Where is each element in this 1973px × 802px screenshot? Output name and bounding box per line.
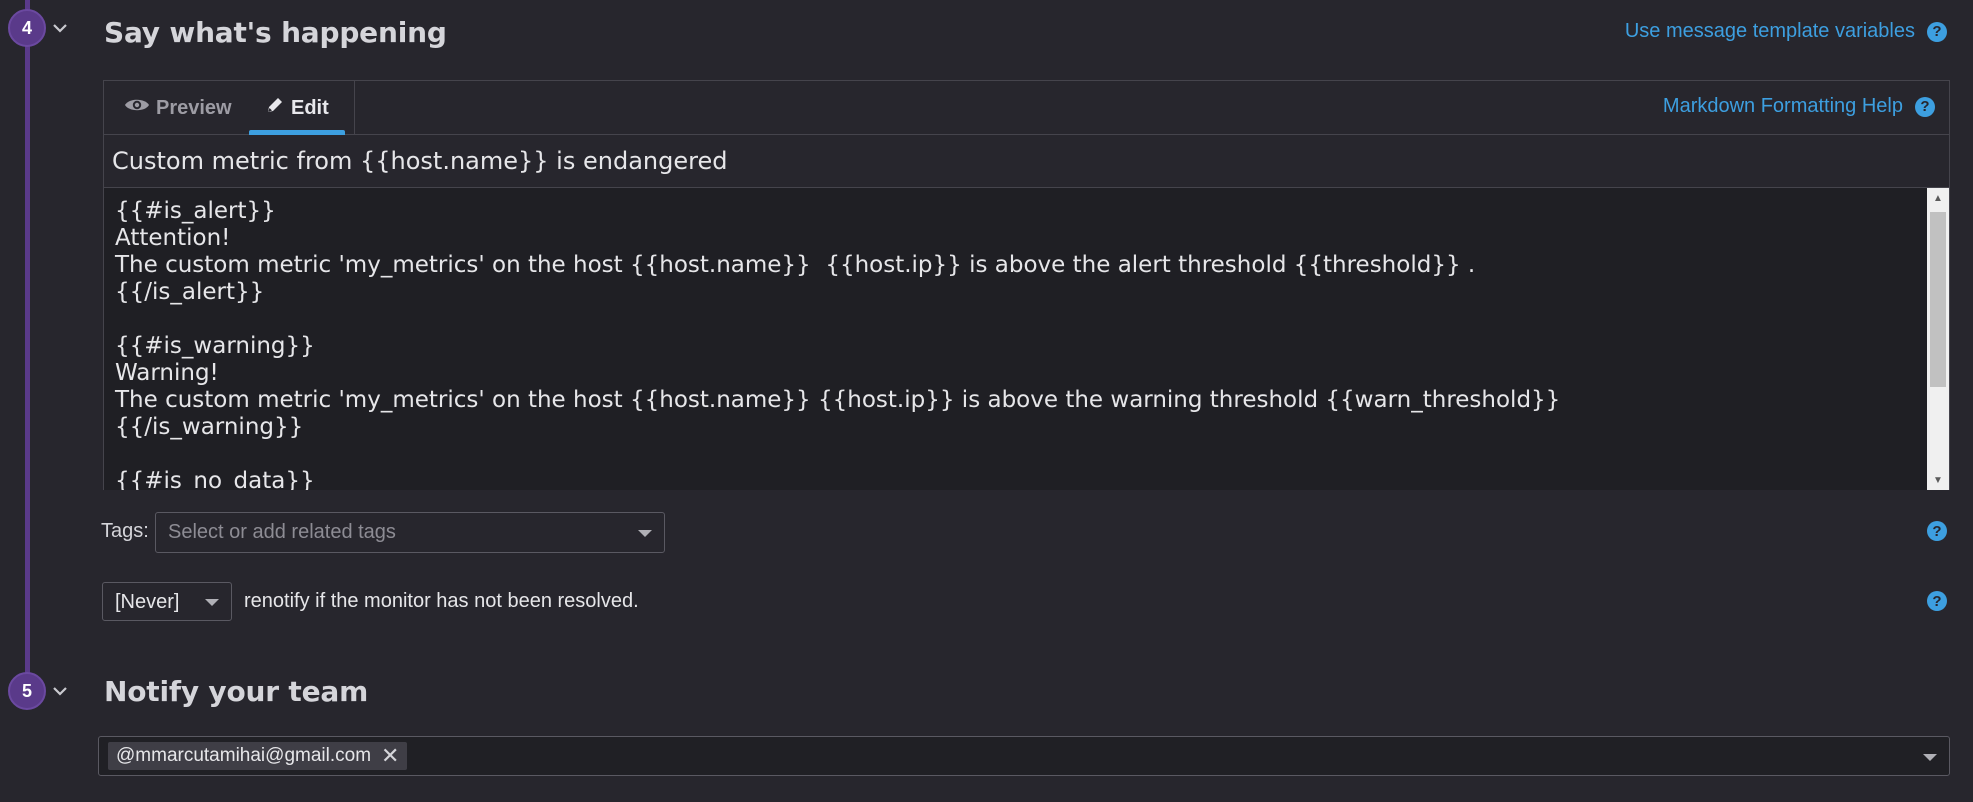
chevron-down-icon[interactable] bbox=[52, 683, 68, 699]
tab-divider bbox=[354, 81, 355, 135]
tab-preview[interactable]: Preview bbox=[124, 81, 232, 135]
help-icon[interactable]: ? bbox=[1915, 96, 1935, 117]
recipient-email: @mmarcutamihai@gmail.com bbox=[116, 745, 372, 766]
message-body-text[interactable]: {{#is_alert}} Attention! The custom metr… bbox=[104, 188, 1949, 490]
section-title-say-whats-happening: Say what's happening bbox=[104, 16, 447, 49]
subject-input[interactable]: Custom metric from {{host.name}} is enda… bbox=[104, 135, 1949, 188]
section-title-notify-your-team: Notify your team bbox=[104, 675, 369, 708]
step-badge-4: 4 bbox=[8, 9, 46, 47]
tags-placeholder: Select or add related tags bbox=[168, 521, 396, 543]
markdown-help-link[interactable]: Markdown Formatting Help ? bbox=[1663, 95, 1935, 118]
tags-label: Tags: bbox=[101, 520, 149, 542]
step-badge-5: 5 bbox=[8, 672, 46, 710]
renotify-description: renotify if the monitor has not been res… bbox=[244, 590, 639, 612]
tab-preview-label: Preview bbox=[156, 96, 232, 119]
close-icon[interactable]: ✕ bbox=[381, 745, 399, 767]
monitor-form: 4 Say what's happening Use message templ… bbox=[0, 0, 1973, 802]
scrollbar[interactable]: ▲ ▼ bbox=[1927, 188, 1949, 490]
chevron-down-icon[interactable] bbox=[205, 599, 219, 606]
scroll-thumb[interactable] bbox=[1930, 212, 1946, 387]
editor-tabs: Preview Edit Markdown Formatting Help ? bbox=[104, 81, 1949, 135]
recipients-select[interactable]: @mmarcutamihai@gmail.com ✕ bbox=[98, 736, 1950, 776]
chevron-down-icon[interactable] bbox=[52, 20, 68, 36]
scroll-down-arrow[interactable]: ▼ bbox=[1927, 470, 1949, 490]
message-body-textarea[interactable]: {{#is_alert}} Attention! The custom metr… bbox=[104, 188, 1949, 490]
message-editor: Preview Edit Markdown Formatting Help ? … bbox=[103, 80, 1950, 490]
tab-edit[interactable]: Edit bbox=[249, 81, 345, 135]
markdown-help-label[interactable]: Markdown Formatting Help bbox=[1663, 95, 1903, 118]
template-link-label[interactable]: Use message template variables bbox=[1625, 20, 1915, 43]
message-template-variables-link[interactable]: Use message template variables ? bbox=[1625, 20, 1947, 43]
scroll-up-arrow[interactable]: ▲ bbox=[1927, 188, 1949, 208]
tab-edit-label: Edit bbox=[291, 96, 329, 119]
help-icon[interactable]: ? bbox=[1927, 521, 1947, 541]
tags-select[interactable]: Select or add related tags bbox=[155, 512, 665, 553]
help-icon[interactable]: ? bbox=[1927, 21, 1947, 42]
help-icon[interactable]: ? bbox=[1927, 591, 1947, 611]
renotify-value: [Never] bbox=[115, 591, 180, 613]
pencil-icon bbox=[265, 95, 285, 121]
recipient-chip: @mmarcutamihai@gmail.com ✕ bbox=[108, 742, 408, 770]
chevron-down-icon[interactable] bbox=[638, 530, 652, 537]
chevron-down-icon[interactable] bbox=[1923, 754, 1937, 761]
step-connector-line bbox=[25, 0, 30, 690]
eye-icon bbox=[124, 96, 150, 120]
renotify-select[interactable]: [Never] bbox=[102, 582, 232, 621]
